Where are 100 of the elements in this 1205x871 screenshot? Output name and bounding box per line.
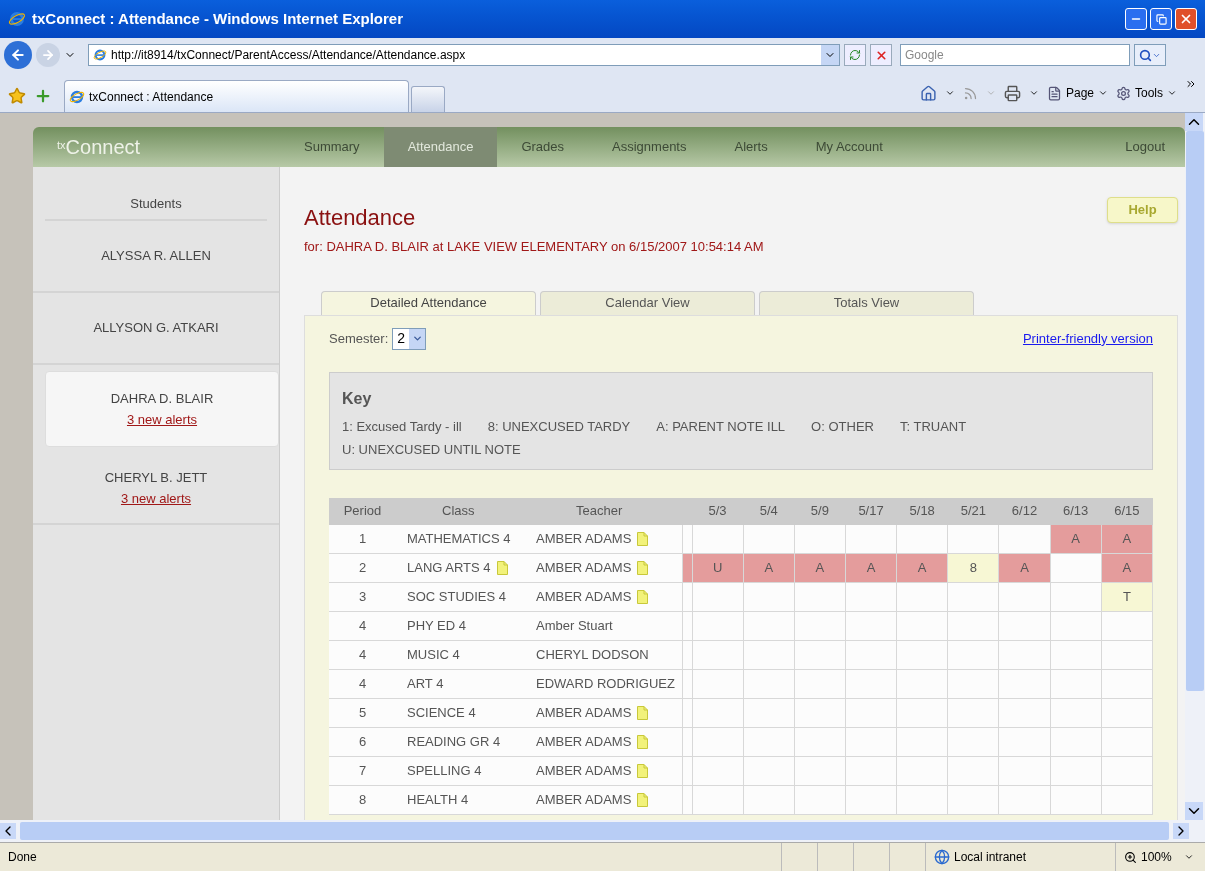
note-icon[interactable] — [637, 590, 649, 604]
page-icon — [1046, 85, 1062, 101]
dropdown-button[interactable] — [821, 45, 839, 65]
alerts-link[interactable]: 3 new alerts — [126, 410, 198, 430]
key-item: U: UNEXCUSED UNTIL NOTE — [342, 441, 521, 459]
nav-tab[interactable]: Grades — [497, 127, 589, 167]
view-tab[interactable]: Calendar View — [540, 290, 755, 315]
note-icon[interactable] — [496, 561, 508, 575]
refresh-button[interactable] — [844, 44, 866, 66]
scroll-left-icon[interactable] — [0, 823, 16, 839]
back-button[interactable] — [4, 41, 32, 69]
view-tab[interactable]: Totals View — [759, 290, 974, 315]
teacher-cell: Amber Stuart — [529, 611, 682, 641]
horizontal-scrollbar[interactable] — [0, 820, 1205, 842]
browser-tab[interactable]: txConnect : Attendance — [64, 80, 409, 112]
teacher-cell: AMBER ADAMS — [529, 756, 682, 786]
date-header: 5/9 — [794, 497, 846, 525]
student-name: CHERYL B. JETT — [104, 468, 208, 487]
search-icon — [1139, 48, 1152, 62]
teacher-cell: AMBER ADAMS — [529, 553, 682, 583]
close-icon — [1179, 12, 1193, 26]
period-cell: 4 — [329, 669, 396, 699]
student-name: ALYSSA R. ALLEN — [101, 247, 211, 266]
alerts-link[interactable]: 3 new alerts — [120, 489, 192, 509]
note-icon[interactable] — [637, 793, 649, 807]
class-cell: ART 4 — [396, 669, 529, 699]
restore-button[interactable] — [1150, 8, 1172, 30]
chevron-down-icon — [1167, 88, 1177, 98]
note-icon[interactable] — [637, 561, 649, 575]
class-cell: SOC STUDIES 4 — [396, 582, 529, 612]
column-header: Class — [396, 497, 529, 525]
note-icon[interactable] — [637, 531, 649, 546]
chevron-down-icon — [1183, 852, 1194, 862]
scroll-thumb[interactable] — [1186, 131, 1204, 691]
scroll-thumb[interactable] — [20, 822, 1169, 840]
student-item[interactable]: DAHRA D. BLAIR 3 new alerts — [45, 371, 279, 447]
nav-tab[interactable]: Assignments — [588, 127, 711, 167]
key-item: T: TRUANT — [899, 417, 967, 436]
semester-label: Semester: — [329, 329, 389, 348]
note-icon[interactable] — [637, 735, 649, 749]
refresh-icon — [849, 49, 861, 61]
class-cell: HEALTH 4 — [396, 785, 529, 815]
nav-tab[interactable]: My Account — [791, 127, 907, 167]
new-tab-button[interactable] — [411, 86, 445, 112]
class-cell: SPELLING 4 — [396, 756, 529, 786]
search-button[interactable] — [1134, 44, 1166, 66]
scroll-down-icon[interactable] — [1185, 802, 1203, 820]
teacher-cell: AMBER ADAMS — [529, 582, 682, 612]
settings-icon — [1116, 85, 1131, 101]
home-icon[interactable] — [919, 84, 937, 102]
date-header: 6/15 — [1101, 497, 1153, 525]
date-header: 5/3 — [692, 497, 744, 525]
more-icon[interactable] — [1185, 78, 1197, 90]
key-item: A: PARENT NOTE ILL — [656, 417, 786, 436]
student-name: DAHRA D. BLAIR — [110, 389, 214, 408]
nav-tab[interactable]: Alerts — [710, 127, 792, 167]
date-header: 5/17 — [845, 497, 897, 525]
zoom-icon — [1124, 850, 1137, 864]
date-header: 5/21 — [947, 497, 999, 525]
search-field[interactable]: Google — [900, 44, 1130, 66]
chevron-down-icon — [1098, 88, 1108, 98]
browser-logo-icon — [93, 48, 107, 62]
network-icon — [934, 849, 950, 865]
period-cell: 5 — [329, 698, 396, 728]
teacher-cell: AMBER ADAMS — [529, 785, 682, 815]
feeds-icon[interactable] — [962, 85, 978, 101]
scroll-right-icon[interactable] — [1173, 823, 1189, 839]
vertical-scrollbar[interactable] — [1185, 113, 1205, 820]
period-cell: 4 — [329, 640, 396, 670]
zoom-button[interactable]: 100% — [1115, 843, 1205, 871]
nav-tab[interactable]: Summary — [280, 127, 384, 167]
command-menu-button[interactable]: Tools — [1116, 84, 1177, 102]
add-favorites-icon[interactable] — [34, 87, 52, 105]
student-name: ALLYSON G. ATKARI — [93, 319, 219, 338]
logout-link[interactable]: Logout — [1125, 127, 1185, 167]
teacher-cell: CHERYL DODSON — [529, 640, 682, 670]
restore-icon — [1155, 13, 1167, 25]
teacher-cell: AMBER ADAMS — [529, 698, 682, 728]
teacher-cell: AMBER ADAMS — [529, 727, 682, 757]
favorites-star-icon[interactable] — [8, 87, 26, 105]
stop-button[interactable] — [870, 44, 892, 66]
scroll-up-icon[interactable] — [1185, 113, 1203, 131]
print-icon[interactable] — [1003, 84, 1021, 102]
close-button[interactable] — [1175, 8, 1197, 30]
view-tab[interactable]: Detailed Attendance — [321, 290, 536, 315]
note-icon[interactable] — [637, 706, 649, 720]
printer-friendly-link[interactable]: Printer-friendly version — [1022, 328, 1153, 349]
date-header: 5/4 — [743, 497, 795, 525]
note-icon[interactable] — [637, 764, 649, 778]
dropdown-icon[interactable] — [944, 88, 955, 98]
dropdown-icon[interactable] — [1028, 88, 1039, 98]
semester-select[interactable]: 2 — [392, 327, 427, 350]
command-menu-button[interactable]: Page — [1046, 84, 1108, 102]
address-field[interactable]: http://it8914/txConnect/ParentAccess/Attendance/Attendance.aspx — [88, 44, 840, 66]
url-text: http://it8914/txConnect/ParentAccess/Attendance/Attendance.aspx — [111, 47, 466, 64]
class-cell: MATHEMATICS 4 — [396, 524, 529, 554]
stop-icon — [874, 48, 888, 62]
page-subtitle: for: DAHRA D. BLAIR at LAKE VIEW ELEMENTARY on 6/15/2007 10:54:14 AM — [304, 238, 764, 256]
minimize-button[interactable] — [1125, 8, 1147, 30]
browser-logo-icon — [69, 88, 85, 105]
